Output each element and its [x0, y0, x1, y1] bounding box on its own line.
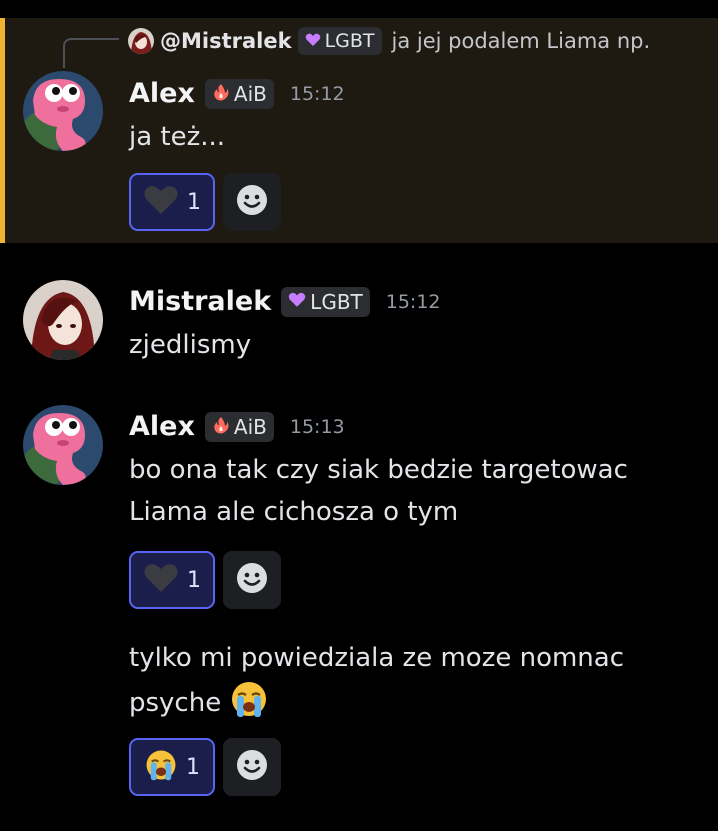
reply-text[interactable]: ja jej podalem Liama np. [392, 29, 651, 53]
timestamp: 15:12 [289, 82, 345, 105]
heart-reaction[interactable]: 1 [129, 173, 215, 231]
reply-user-tag: LGBT [297, 27, 382, 55]
add-reaction-button[interactable] [223, 551, 281, 609]
user-tag-label: AiB [233, 414, 267, 439]
username[interactable]: Alex [129, 411, 195, 442]
timestamp: 15:13 [289, 415, 345, 438]
username[interactable]: Mistralek [129, 286, 271, 317]
mention-highlight-bar [0, 18, 5, 243]
message-text: bo ona tak czy siak bedzie targetowac Li… [129, 449, 689, 533]
reply-reference[interactable]: @Mistralek LGBT ja jej podalem Liama np. [128, 26, 650, 56]
message-line-with-emoji: psyche [129, 679, 689, 732]
message-line: psyche [129, 688, 222, 718]
heart-icon [143, 562, 179, 598]
smiley-icon [236, 562, 268, 598]
smiley-icon [236, 184, 268, 220]
mistralek-avatar[interactable] [23, 280, 103, 360]
message-text: zjedlismy [129, 330, 252, 360]
message-line: bo ona tak czy siak bedzie targetowac [129, 455, 628, 485]
message-header: Alex AiB 15:12 [129, 78, 345, 109]
username[interactable]: Alex [129, 78, 195, 109]
message-text: ja też... [129, 122, 226, 152]
top-strip [0, 0, 718, 18]
message-line: Liama ale cichosza o tym [129, 497, 459, 527]
smiley-icon [236, 749, 268, 785]
loudly-crying-face-icon [229, 679, 269, 732]
mistralek-mini-avatar[interactable] [128, 28, 154, 54]
reply-connector [63, 38, 119, 68]
user-tag: AiB [204, 78, 274, 109]
message-line: tylko mi powiedziala ze moze nomnac [129, 643, 625, 673]
loudly-crying-face-icon [144, 748, 178, 786]
user-tag: LGBT [281, 286, 370, 317]
flame-icon [212, 83, 230, 104]
heart-icon [143, 184, 179, 220]
timestamp: 15:12 [385, 290, 441, 313]
user-tag-label: LGBT [310, 289, 363, 314]
purple-heart-icon [288, 292, 306, 311]
user-tag-label: AiB [233, 81, 267, 106]
alex-avatar[interactable] [23, 405, 103, 485]
reply-username[interactable]: @Mistralek [160, 29, 292, 53]
message-header: Alex AiB 15:13 [129, 411, 345, 442]
flame-icon [212, 416, 230, 437]
add-reaction-button[interactable] [223, 738, 281, 796]
crying-reaction[interactable]: 1 [129, 738, 215, 796]
heart-reaction[interactable]: 1 [129, 551, 215, 609]
alex-avatar[interactable] [23, 71, 103, 151]
purple-heart-icon [305, 33, 321, 50]
reaction-count: 1 [186, 754, 200, 780]
user-tag: AiB [204, 411, 274, 442]
reaction-count: 1 [187, 189, 201, 215]
message-text: tylko mi powiedziala ze moze nomnac psyc… [129, 637, 689, 732]
add-reaction-button[interactable] [223, 173, 281, 231]
message-header: Mistralek LGBT 15:12 [129, 286, 441, 317]
reaction-count: 1 [187, 567, 201, 593]
reply-tag-label: LGBT [324, 30, 375, 52]
